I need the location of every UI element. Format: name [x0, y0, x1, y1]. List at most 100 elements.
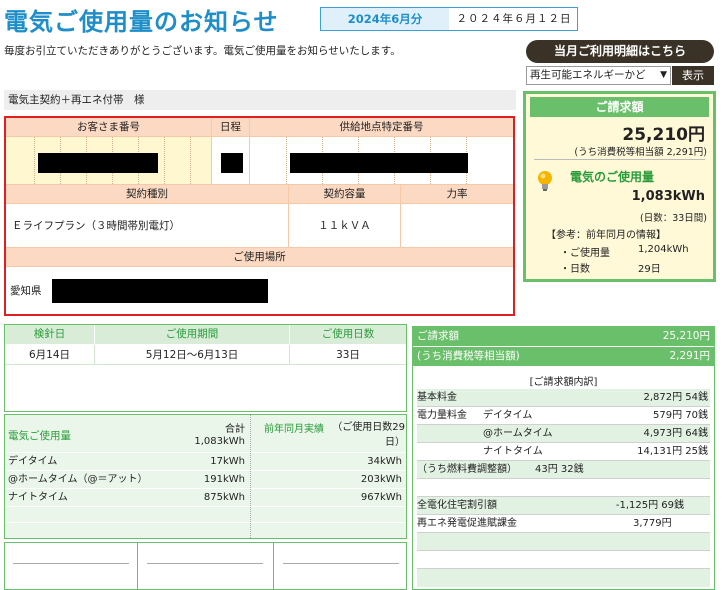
power-factor-value — [401, 204, 513, 248]
billing-tax: (うち消費税等相当額 2,291円) — [574, 147, 707, 158]
inspection-header: ご使用期間 — [95, 325, 290, 344]
detail-row-value: 3,779円 — [633, 518, 672, 529]
detail-row-label: 全電化住宅割引額 — [417, 500, 497, 511]
document-select[interactable]: 再生可能エネルギーかど ▼ — [526, 66, 671, 85]
page-title: 電気ご使用量のお知らせ — [4, 8, 279, 36]
detail-row: 基本料金 2,872円 54銭 — [417, 389, 710, 407]
show-button[interactable]: 表示 — [672, 66, 714, 85]
bill-detail: ご請求額 25,210円 (うち消費税等相当額) 2,291円 [ご請求額内訳]… — [412, 326, 715, 590]
usage-header-row: 電気ご使用量 合計 1,083kWh 前年同月実績 （ご使用日数29日） — [5, 415, 406, 453]
reference-usage: ・ご使用量 1,204kWh — [560, 244, 689, 259]
detail-row: 全電化住宅割引額 -1,125円 69銭 — [417, 497, 710, 515]
notice-date: ２０２４年６月１２日 — [456, 13, 572, 25]
usage-row-label: デイタイム — [8, 456, 58, 467]
usage-row-label: @ホームタイム（@＝アット） — [8, 474, 148, 485]
detail-row: @ホームタイム 4,973円 64銭 — [417, 425, 710, 443]
detail-tax-row: (うち消費税等相当額) 2,291円 — [413, 347, 714, 366]
detail-row-sub: ナイトタイム — [483, 446, 543, 457]
supply-point-cell — [250, 137, 513, 185]
lower-section — [4, 542, 407, 590]
detail-row-value: 4,973円 64銭 — [643, 428, 708, 439]
inspection-value: 33日 — [290, 345, 406, 365]
detail-row-label: 再エネ発電促進賦課金 — [417, 518, 517, 529]
billing-month: 2024年6月分 — [321, 8, 449, 30]
table-row: ナイトタイム 875kWh 967kWh — [5, 489, 406, 507]
redacted-address — [52, 279, 268, 303]
detail-row — [417, 551, 710, 569]
detail-row: 再エネ発電促進賦課金 3,779円 — [417, 515, 710, 533]
power-factor-header: 力率 — [401, 185, 513, 204]
detail-row: ナイトタイム 14,131円 25銭 — [417, 443, 710, 461]
inspection-value: 6月14日 — [5, 345, 95, 365]
inspection-header: ご使用日数 — [290, 325, 406, 344]
usage-total-label: 合計 — [225, 424, 245, 435]
contract-type-header: 契約種別 — [6, 185, 289, 204]
reference-days-label: ・日数 — [560, 264, 590, 275]
usage-row-value: 191kWh — [203, 474, 245, 485]
usage-table: 電気ご使用量 合計 1,083kWh 前年同月実績 （ご使用日数29日） デイタ… — [4, 414, 407, 539]
location-header: ご使用場所 — [6, 248, 513, 267]
usage-value: 1,083kWh — [631, 189, 705, 204]
billing-amount: 25,210円 — [622, 125, 705, 145]
schedule-cell — [212, 137, 250, 185]
billing-month-box: 2024年6月分 ２０２４年６月１２日 — [320, 7, 578, 31]
usage-row-prev: 203kWh — [360, 474, 402, 485]
billing-title: ご請求額 — [530, 97, 709, 117]
usage-label: 電気のご使用量 — [570, 170, 655, 184]
detail-row — [417, 533, 710, 551]
chevron-down-icon: ▼ — [660, 70, 667, 80]
contract-name: 電気主契約＋再エネ付帯 様 — [4, 90, 516, 110]
customer-info-block: お客さま番号 日程 供給地点特定番号 契約種別 契約容量 力率 Ｅライフプラン（… — [4, 116, 515, 316]
detail-tax-label: (うち消費税等相当額) — [417, 350, 520, 362]
location-cell: 愛知県 — [6, 267, 513, 314]
table-row: デイタイム 17kWh 34kWh — [5, 453, 406, 471]
reference-title: 【参考：前年同月の情報】 — [546, 230, 666, 241]
usage-total-value: 1,083kWh — [194, 436, 245, 447]
usage-prev-days: （ご使用日数29日） — [332, 422, 405, 448]
detail-row-label: （うち燃料費調整額） — [417, 464, 517, 475]
usage-title: 電気ご使用量 — [8, 430, 71, 442]
usage-prev-label: 前年同月実績 — [264, 424, 324, 435]
usage-days: (日数：33日間) — [639, 213, 707, 224]
detail-row-value: 43円 32銭 — [535, 464, 584, 475]
detail-row — [417, 479, 710, 497]
inspection-header: 検針日 — [5, 325, 95, 344]
detail-row-value: 2,872円 54銭 — [643, 392, 708, 403]
schedule-header: 日程 — [212, 118, 250, 137]
customer-number-cell — [6, 137, 212, 185]
monthly-detail-button[interactable]: 当月ご利用明細はこちら — [526, 40, 714, 63]
detail-row-value: -1,125円 69銭 — [615, 500, 684, 511]
contract-capacity-header: 契約容量 — [289, 185, 401, 204]
document-select-value: 再生可能エネルギーかど — [530, 69, 646, 81]
reference-usage-label: ・ご使用量 — [560, 248, 610, 259]
detail-row-label: 基本料金 — [417, 392, 457, 403]
reference-days-value: 29日 — [638, 264, 661, 275]
billing-summary: ご請求額 25,210円 (うち消費税等相当額 2,291円) 電気のご使用量 … — [523, 91, 716, 282]
location-prefix: 愛知県 — [10, 285, 42, 297]
detail-row: （うち燃料費調整額） 43円 32銭 — [417, 461, 710, 479]
detail-row-label: 電力量料金 — [417, 410, 467, 421]
usage-row-value: 17kWh — [210, 456, 245, 467]
reference-days: ・日数 29日 — [560, 260, 661, 275]
detail-bill-label: ご請求額 — [417, 330, 459, 342]
detail-row-value: 579円 70銭 — [653, 410, 708, 421]
detail-row-sub: デイタイム — [483, 410, 533, 421]
detail-bill-value: 25,210円 — [662, 330, 710, 342]
inspection-value: 5月12日～6月13日 — [95, 345, 290, 365]
detail-row-sub: @ホームタイム — [483, 428, 553, 439]
table-row — [5, 523, 406, 538]
table-row — [5, 507, 406, 523]
customer-number-header: お客さま番号 — [6, 118, 212, 137]
usage-row-label: ナイトタイム — [8, 492, 68, 503]
table-row: @ホームタイム（@＝アット） 191kWh 203kWh — [5, 471, 406, 489]
redacted-customer-number — [38, 153, 158, 173]
supply-point-header: 供給地点特定番号 — [250, 118, 513, 137]
redacted-schedule — [221, 153, 243, 173]
detail-section-title: [ご請求額内訳] — [529, 377, 598, 388]
intro-text: 毎度お引立ていただきありがとうございます。電気ご使用量をお知らせいたします。 — [4, 45, 401, 57]
reference-usage-value: 1,204kWh — [638, 244, 689, 255]
detail-tax-value: 2,291円 — [669, 350, 710, 362]
usage-row-prev: 967kWh — [360, 492, 402, 503]
contract-capacity-value: １１ｋＶＡ — [289, 204, 401, 248]
contract-type-value: Ｅライフプラン（３時間帯別電灯） — [6, 204, 289, 248]
